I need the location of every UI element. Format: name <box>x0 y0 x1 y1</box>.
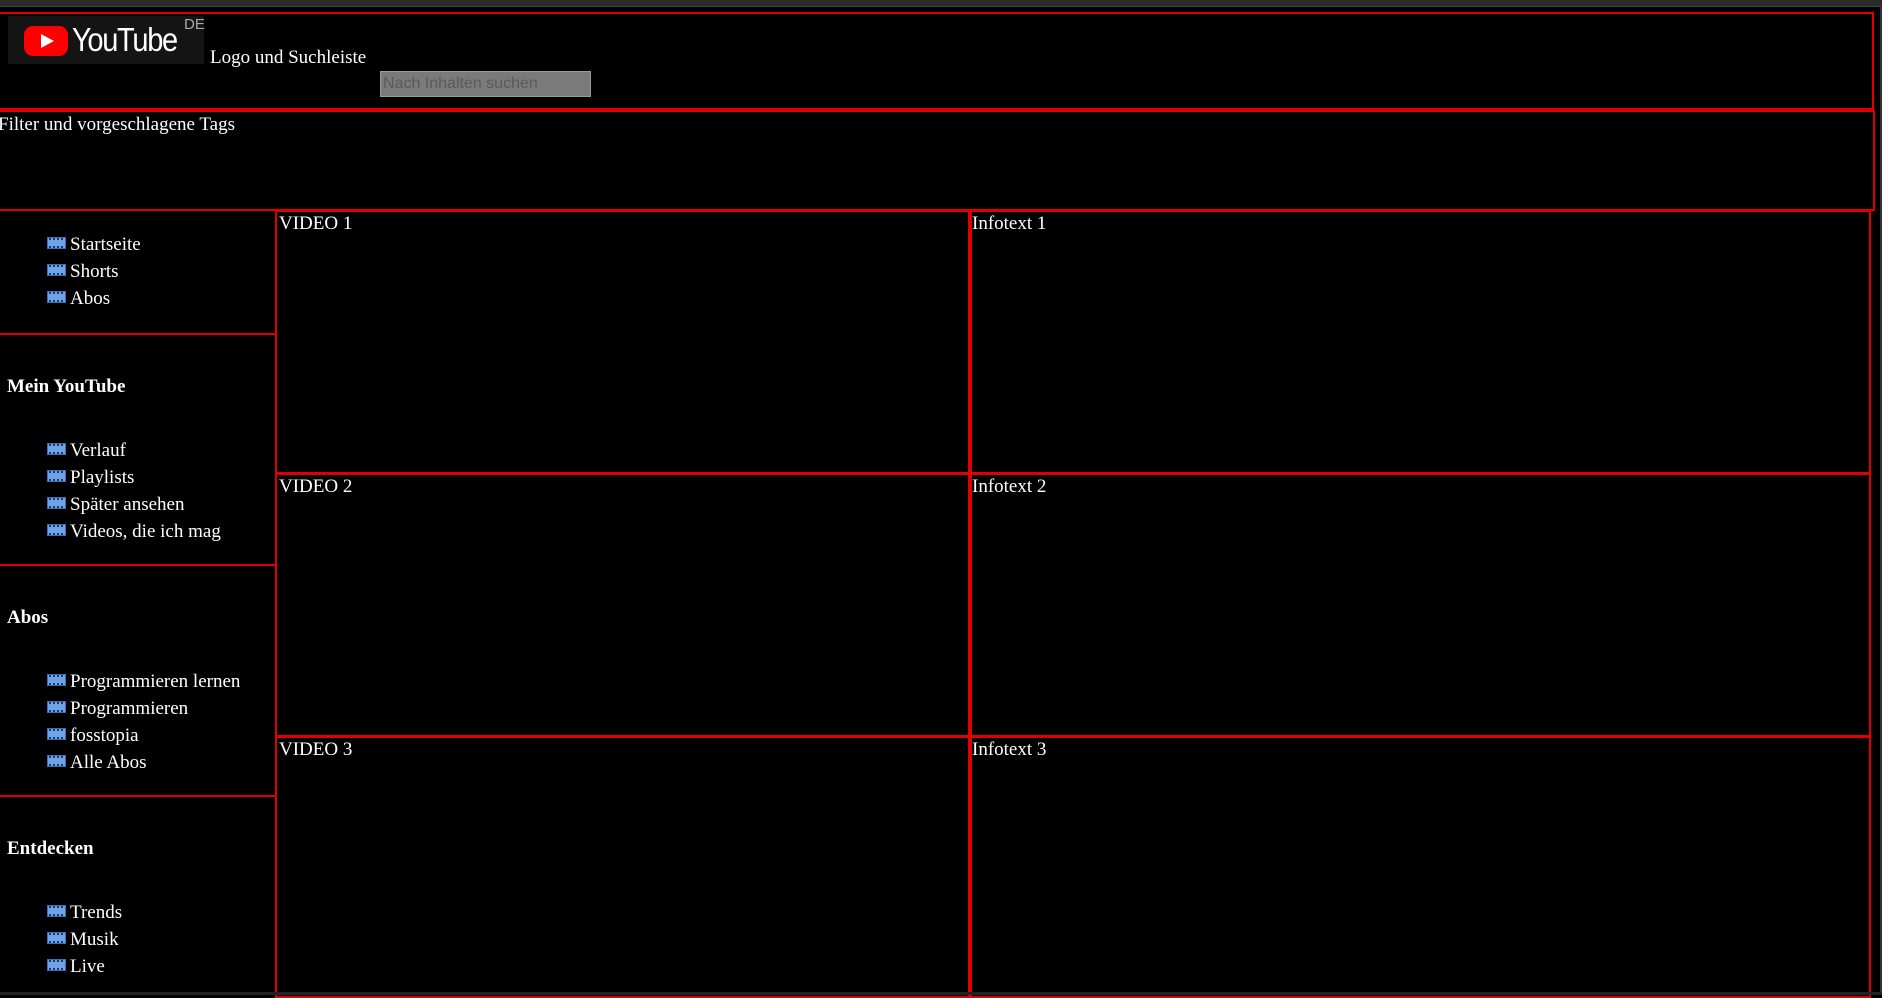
sidebar-item-label: Playlists <box>70 467 135 488</box>
video-grid: VIDEO 1 Infotext 1 VIDEO 2 Infotext 2 VI… <box>275 210 1872 998</box>
sidebar-section-abos: Abos Programmieren lernen Programmieren … <box>0 566 275 797</box>
sidebar-item-label: Programmieren <box>70 698 189 719</box>
video-cell[interactable]: VIDEO 2 <box>275 473 972 737</box>
film-icon <box>47 959 66 971</box>
play-icon <box>24 26 68 56</box>
sidebar-heading: Abos <box>7 607 49 628</box>
sidebar-item-liked-videos[interactable]: Videos, die ich mag <box>47 521 221 548</box>
sidebar-item-label: Abos <box>70 288 111 309</box>
infotext-cell: Infotext 2 <box>968 473 1871 737</box>
sidebar-item-live[interactable]: Live <box>47 956 105 983</box>
sidebar-item-trends[interactable]: Trends <box>47 902 122 929</box>
sidebar-item-abos[interactable]: Abos <box>47 288 110 315</box>
logo-wordmark: YouTube <box>72 21 178 58</box>
sidebar-item-label: Verlauf <box>70 440 126 461</box>
sidebar-item-spaeter-ansehen[interactable]: Später ansehen <box>47 494 184 521</box>
sidebar-item-playlists[interactable]: Playlists <box>47 467 134 494</box>
film-icon <box>47 264 66 276</box>
header-label: Logo und Suchleiste <box>210 47 367 68</box>
filter-label: Filter und vorgeschlagene Tags <box>0 114 235 135</box>
infotext-cell: Infotext 3 <box>968 736 1871 998</box>
infotext-label: Infotext 2 <box>972 476 1047 497</box>
window-top-bar <box>0 0 1882 7</box>
sidebar-item-label: Später ansehen <box>70 494 185 515</box>
infotext-label: Infotext 1 <box>972 213 1047 234</box>
sidebar-item-label: fosstopia <box>70 725 139 746</box>
sidebar-heading: Entdecken <box>7 838 94 859</box>
film-icon <box>47 443 66 455</box>
sidebar-item-fosstopia[interactable]: fosstopia <box>47 725 139 752</box>
sidebar-item-programmieren-lernen[interactable]: Programmieren lernen <box>47 671 240 698</box>
infotext-label: Infotext 3 <box>972 739 1047 760</box>
film-icon <box>47 701 66 713</box>
film-icon <box>47 755 66 767</box>
sidebar-item-label: Musik <box>70 929 119 950</box>
sidebar-item-shorts[interactable]: Shorts <box>47 261 119 288</box>
sidebar-main-section: Startseite Shorts Abos <box>0 210 275 335</box>
video-cell[interactable]: VIDEO 1 <box>275 210 972 474</box>
sidebar-section-mein-youtube: Mein YouTube Verlauf Playlists Später an… <box>0 335 275 566</box>
sidebar-item-alle-abos[interactable]: Alle Abos <box>47 752 147 779</box>
youtube-logo[interactable]: YouTube DE <box>8 16 205 64</box>
sidebar-item-musik[interactable]: Musik <box>47 929 119 956</box>
sidebar-item-label: Startseite <box>70 234 141 255</box>
film-icon <box>47 524 66 536</box>
sidebar-heading: Mein YouTube <box>7 376 126 397</box>
sidebar: Startseite Shorts Abos Mein YouTube Verl… <box>0 210 277 995</box>
sidebar-section-entdecken: Entdecken Trends Musik Live <box>0 797 275 995</box>
sidebar-item-label: Alle Abos <box>70 752 147 773</box>
film-icon <box>47 470 66 482</box>
video-cell[interactable]: VIDEO 3 <box>275 736 972 998</box>
sidebar-item-startseite[interactable]: Startseite <box>47 234 141 261</box>
film-icon <box>47 905 66 917</box>
film-icon <box>47 932 66 944</box>
infotext-cell: Infotext 1 <box>968 210 1871 474</box>
sidebar-item-label: Programmieren lernen <box>70 671 241 692</box>
sidebar-item-programmieren[interactable]: Programmieren <box>47 698 188 725</box>
video-label: VIDEO 1 <box>279 213 353 234</box>
sidebar-item-label: Videos, die ich mag <box>70 521 221 542</box>
video-label: VIDEO 2 <box>279 476 353 497</box>
film-icon <box>47 728 66 740</box>
video-label: VIDEO 3 <box>279 739 353 760</box>
sidebar-item-verlauf[interactable]: Verlauf <box>47 440 126 467</box>
header-section: YouTube DE Logo und Suchleiste <box>0 12 1874 110</box>
logo-region-code: DE <box>184 16 205 33</box>
film-icon <box>47 291 66 303</box>
film-icon <box>47 674 66 686</box>
sidebar-item-label: Shorts <box>70 261 119 282</box>
sidebar-item-label: Live <box>70 956 105 977</box>
search-input[interactable] <box>380 71 591 97</box>
film-icon <box>47 497 66 509</box>
film-icon <box>47 237 66 249</box>
filter-tags-section: Filter und vorgeschlagene Tags <box>0 110 1875 211</box>
sidebar-item-label: Trends <box>70 902 123 923</box>
